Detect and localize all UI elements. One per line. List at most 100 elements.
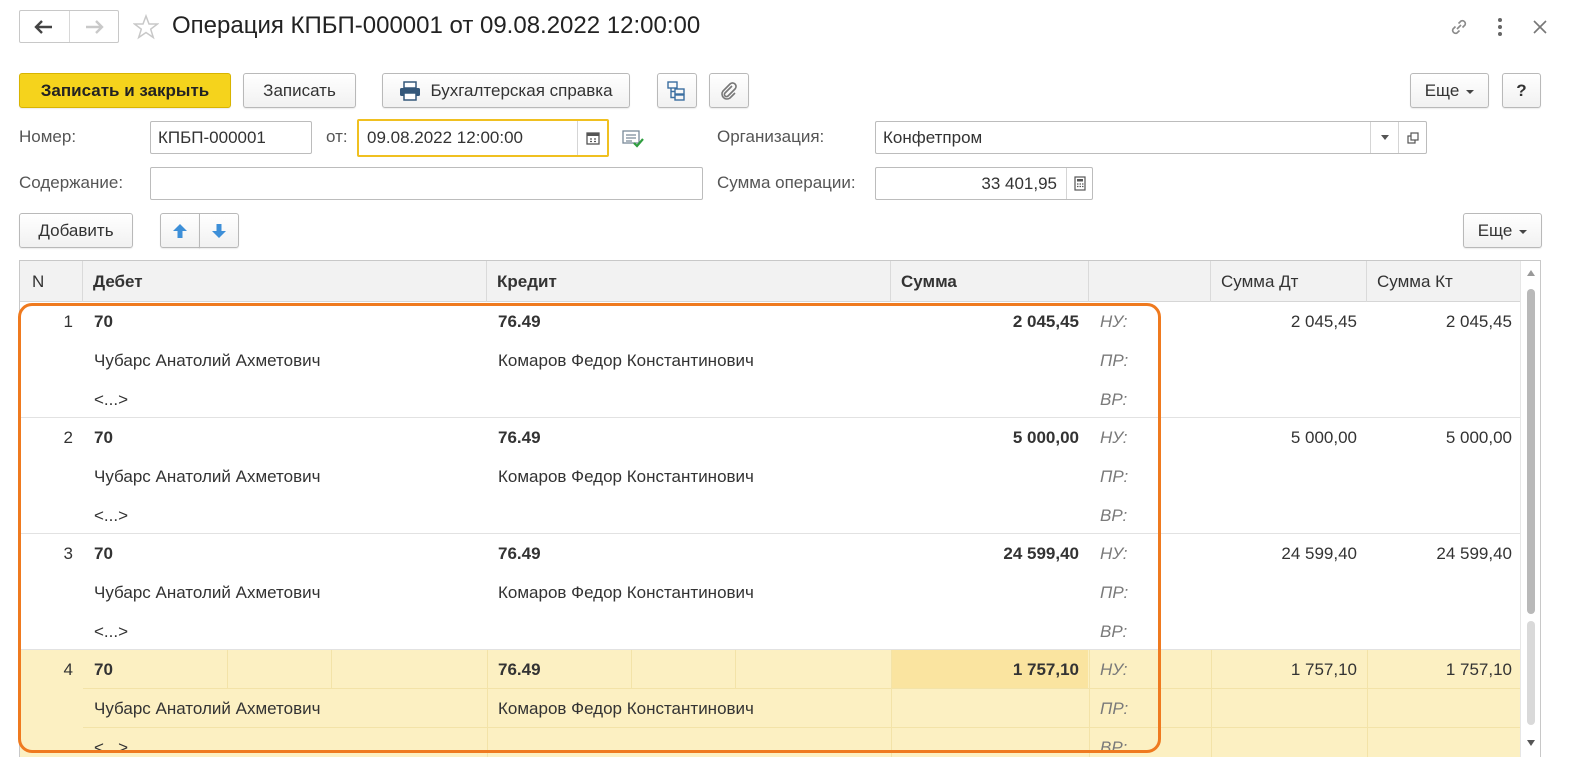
favorite-star-icon[interactable] [133,14,159,40]
vr-label: ВР: [1100,738,1128,757]
column-debit[interactable]: Дебет [83,261,487,302]
more-vertical-icon[interactable] [1488,15,1512,39]
pr-label: ПР: [1100,583,1129,602]
cell-divider [1089,650,1090,757]
sum-kt-value: 1 757,10 [1445,660,1512,679]
attachments-button[interactable] [709,73,749,108]
calculator-icon[interactable] [1067,168,1092,199]
scroll-down-icon[interactable] [1526,739,1536,747]
row-number: 2 [63,428,73,447]
number-value: КПБП-000001 [158,127,266,147]
operation-sum-field[interactable]: 33 401,95 [875,167,1093,200]
open-icon[interactable] [1399,122,1426,153]
nu-label: НУ: [1100,660,1128,679]
operation-sum-label: Сумма операции: [717,173,856,192]
organization-field[interactable]: Конфетпром [875,121,1427,154]
arrow-right-icon [85,19,104,34]
back-button[interactable] [20,11,69,42]
row-number: 3 [63,544,73,563]
row-number: 1 [63,312,73,331]
help-button[interactable]: ? [1502,73,1541,108]
paperclip-icon [721,81,737,100]
accounting-report-label: Бухгалтерская справка [430,80,613,100]
table-more-label: Еще [1477,220,1513,240]
scroll-thumb[interactable] [1527,289,1535,614]
nav-buttons [19,10,119,43]
cell-divider [735,650,736,688]
table-header: N Дебет Кредит Сумма Сумма Дт Сумма Кт [20,261,1522,302]
nu-label: НУ: [1100,544,1128,563]
column-n[interactable]: N [20,261,83,302]
debit-subconto: Чубарс Анатолий Ахметович [94,583,321,602]
add-row-button[interactable]: Добавить [19,213,133,248]
number-field[interactable]: КПБП-000001 [150,121,312,154]
credit-subconto: Комаров Федор Константинович [498,351,754,370]
vr-label: ВР: [1100,390,1128,409]
dropdown-arrow-icon[interactable] [1371,122,1398,153]
caret-down-icon [1519,230,1528,234]
entries-table: N Дебет Кредит Сумма Сумма Дт Сумма Кт 1… [19,260,1541,757]
credit-subconto: Комаров Федор Константинович [498,583,754,602]
save-button[interactable]: Записать [243,73,356,108]
content-field[interactable] [150,167,703,200]
date-value: 09.08.2022 12:00:00 [367,128,523,147]
table-row[interactable]: 1 70 Чубарс Анатолий Ахметович <...> 76.… [20,302,1522,418]
arrow-left-icon [34,19,53,34]
row-sum: 1 757,10 [1012,660,1079,679]
calendar-icon[interactable] [578,121,607,155]
caret-down-icon [1466,90,1475,94]
save-and-close-button[interactable]: Записать и закрыть [19,73,231,108]
link-icon[interactable] [1447,15,1471,39]
table-more-button[interactable]: Еще [1463,213,1542,248]
nu-label: НУ: [1100,428,1128,447]
row-line [83,688,1522,689]
more-button[interactable]: Еще [1410,73,1489,108]
table-row[interactable]: 2 70 Чубарс Анатолий Ахметович <...> 76.… [20,418,1522,534]
credit-account: 76.49 [498,660,541,679]
move-up-button[interactable] [160,213,200,248]
vertical-scrollbar[interactable] [1520,261,1540,757]
vr-label: ВР: [1100,506,1128,525]
debit-subconto-2: <...> [94,390,129,409]
credit-account: 76.49 [498,312,541,331]
scroll-track [1527,621,1535,725]
organization-label: Организация: [717,127,825,146]
debit-subconto: Чубарс Анатолий Ахметович [94,467,321,486]
content-label: Содержание: [19,173,124,192]
sum-dt-value: 5 000,00 [1290,428,1357,447]
forward-button[interactable] [68,11,118,42]
close-icon[interactable] [1528,15,1552,39]
date-label: от: [326,127,348,146]
row-number: 4 [63,660,73,679]
column-sum[interactable]: Сумма [891,261,1089,302]
more-label: Еще [1424,80,1460,100]
table-row[interactable]: 3 70 Чубарс Анатолий Ахметович <...> 76.… [20,534,1522,650]
credit-account: 76.49 [498,428,541,447]
column-tax[interactable] [1089,261,1211,302]
posting-status-icon[interactable] [622,129,644,154]
scroll-up-icon[interactable] [1526,269,1536,277]
column-sum-dt[interactable]: Сумма Дт [1211,261,1367,302]
hierarchy-icon [667,80,685,101]
column-sum-kt[interactable]: Сумма Кт [1367,261,1522,302]
arrow-down-icon [212,223,226,238]
operation-sum-value: 33 401,95 [981,173,1057,193]
move-down-button[interactable] [199,213,239,248]
printer-icon [400,80,421,101]
debit-subconto-2: <...> [94,622,129,641]
table-row-selected[interactable]: 4 70 Чубарс Анатолий Ахметович <...> 76.… [20,650,1522,757]
organization-value: Конфетпром [883,127,983,147]
credit-account: 76.49 [498,544,541,563]
debit-account: 70 [94,544,113,563]
column-credit[interactable]: Кредит [487,261,891,302]
date-field[interactable]: 09.08.2022 12:00:00 [357,119,609,157]
pr-label: ПР: [1100,467,1129,486]
nu-label: НУ: [1100,312,1128,331]
cell-divider [631,650,632,688]
number-label: Номер: [19,127,77,146]
page-title: Операция КПБП-000001 от 09.08.2022 12:00… [172,12,701,39]
sum-kt-value: 5 000,00 [1445,428,1512,447]
debit-subconto-2: <...> [94,506,129,525]
structure-button[interactable] [657,73,697,108]
accounting-report-button[interactable]: Бухгалтерская справка [382,73,630,108]
